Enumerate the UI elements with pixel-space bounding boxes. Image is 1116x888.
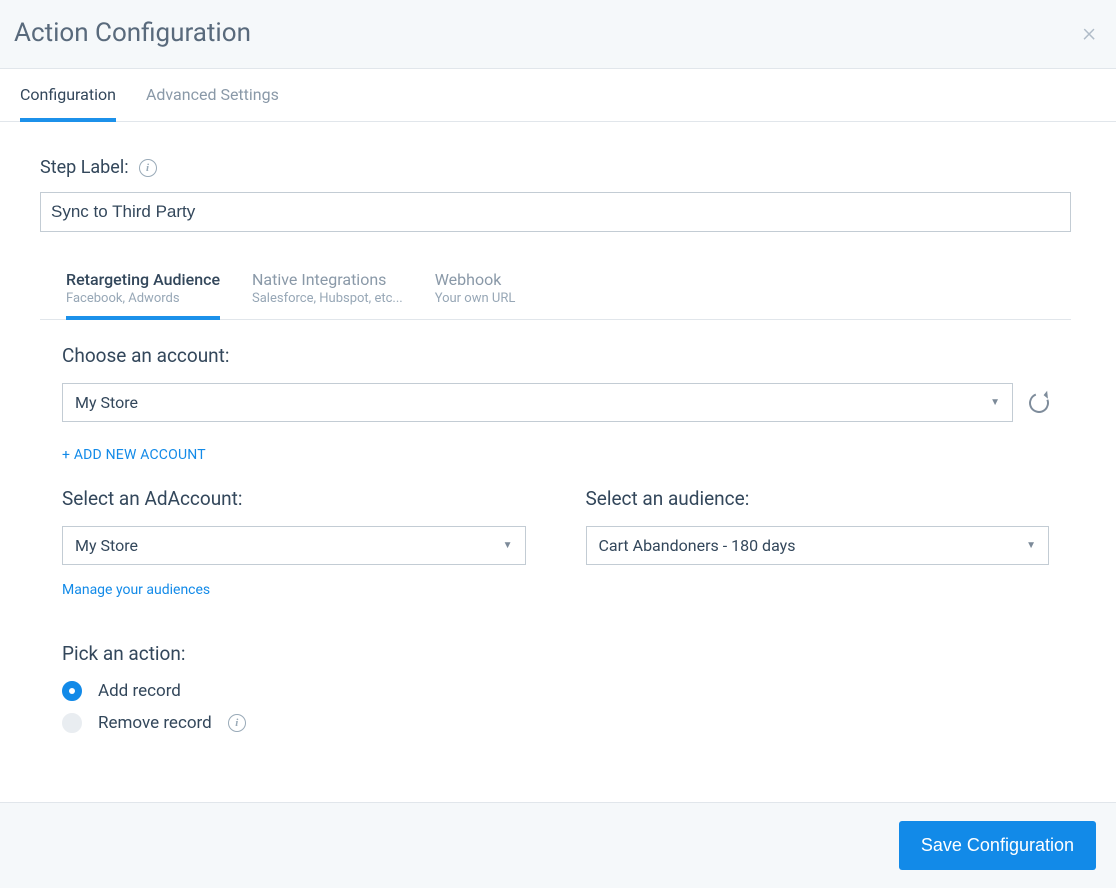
content-area: Step Label: Retargeting Audience Faceboo… bbox=[0, 122, 1116, 802]
refresh-icon[interactable] bbox=[1026, 389, 1052, 415]
main-tab-bar: Configuration Advanced Settings bbox=[0, 69, 1116, 122]
tab-native-integrations[interactable]: Native Integrations Salesforce, Hubspot,… bbox=[252, 266, 403, 320]
subtab-subtitle: Facebook, Adwords bbox=[66, 291, 220, 306]
chevron-down-icon: ▼ bbox=[503, 540, 513, 551]
step-label-heading: Step Label: bbox=[40, 157, 1071, 178]
step-label-input[interactable] bbox=[40, 192, 1071, 232]
radio-label: Add record bbox=[98, 681, 181, 701]
audience-select[interactable]: Cart Abandoners - 180 days ▼ bbox=[586, 526, 1050, 565]
tab-webhook[interactable]: Webhook Your own URL bbox=[435, 266, 516, 320]
info-icon[interactable] bbox=[228, 714, 246, 732]
modal-footer: Save Configuration bbox=[0, 802, 1116, 888]
subtab-title: Retargeting Audience bbox=[66, 270, 220, 289]
manage-audiences-link[interactable]: Manage your audiences bbox=[62, 582, 210, 598]
modal-title: Action Configuration bbox=[14, 18, 251, 48]
subtab-title: Native Integrations bbox=[252, 270, 403, 289]
adaccount-label: Select an AdAccount: bbox=[62, 487, 526, 510]
chevron-down-icon: ▼ bbox=[1026, 540, 1036, 551]
close-icon[interactable]: × bbox=[1082, 20, 1096, 46]
modal-header: Action Configuration × bbox=[0, 0, 1116, 69]
subtab-title: Webhook bbox=[435, 270, 516, 289]
info-icon[interactable] bbox=[139, 159, 157, 177]
step-label-text: Step Label: bbox=[40, 157, 129, 178]
adaccount-select-value: My Store bbox=[75, 536, 138, 555]
radio-indicator bbox=[62, 681, 82, 701]
audience-select-value: Cart Abandoners - 180 days bbox=[599, 536, 796, 555]
audience-label: Select an audience: bbox=[586, 487, 1050, 510]
choose-account-label: Choose an account: bbox=[62, 344, 1049, 367]
save-configuration-button[interactable]: Save Configuration bbox=[899, 821, 1096, 870]
tab-retargeting-audience[interactable]: Retargeting Audience Facebook, Adwords bbox=[66, 266, 220, 320]
add-new-account-link[interactable]: + Add New Account bbox=[62, 447, 206, 463]
subtab-subtitle: Your own URL bbox=[435, 291, 516, 306]
integration-tab-bar: Retargeting Audience Facebook, Adwords N… bbox=[40, 266, 1071, 320]
radio-add-record[interactable]: Add record bbox=[62, 681, 1049, 701]
radio-remove-record[interactable]: Remove record bbox=[62, 713, 1049, 733]
tab-configuration[interactable]: Configuration bbox=[20, 69, 116, 122]
adaccount-select[interactable]: My Store ▼ bbox=[62, 526, 526, 565]
tab-advanced-settings[interactable]: Advanced Settings bbox=[146, 69, 279, 122]
radio-label: Remove record bbox=[98, 713, 212, 733]
account-select-value: My Store bbox=[75, 393, 138, 412]
chevron-down-icon: ▼ bbox=[990, 397, 1000, 408]
subtab-subtitle: Salesforce, Hubspot, etc... bbox=[252, 291, 403, 306]
pick-action-label: Pick an action: bbox=[62, 642, 1049, 665]
radio-indicator bbox=[62, 713, 82, 733]
account-select[interactable]: My Store ▼ bbox=[62, 383, 1013, 422]
